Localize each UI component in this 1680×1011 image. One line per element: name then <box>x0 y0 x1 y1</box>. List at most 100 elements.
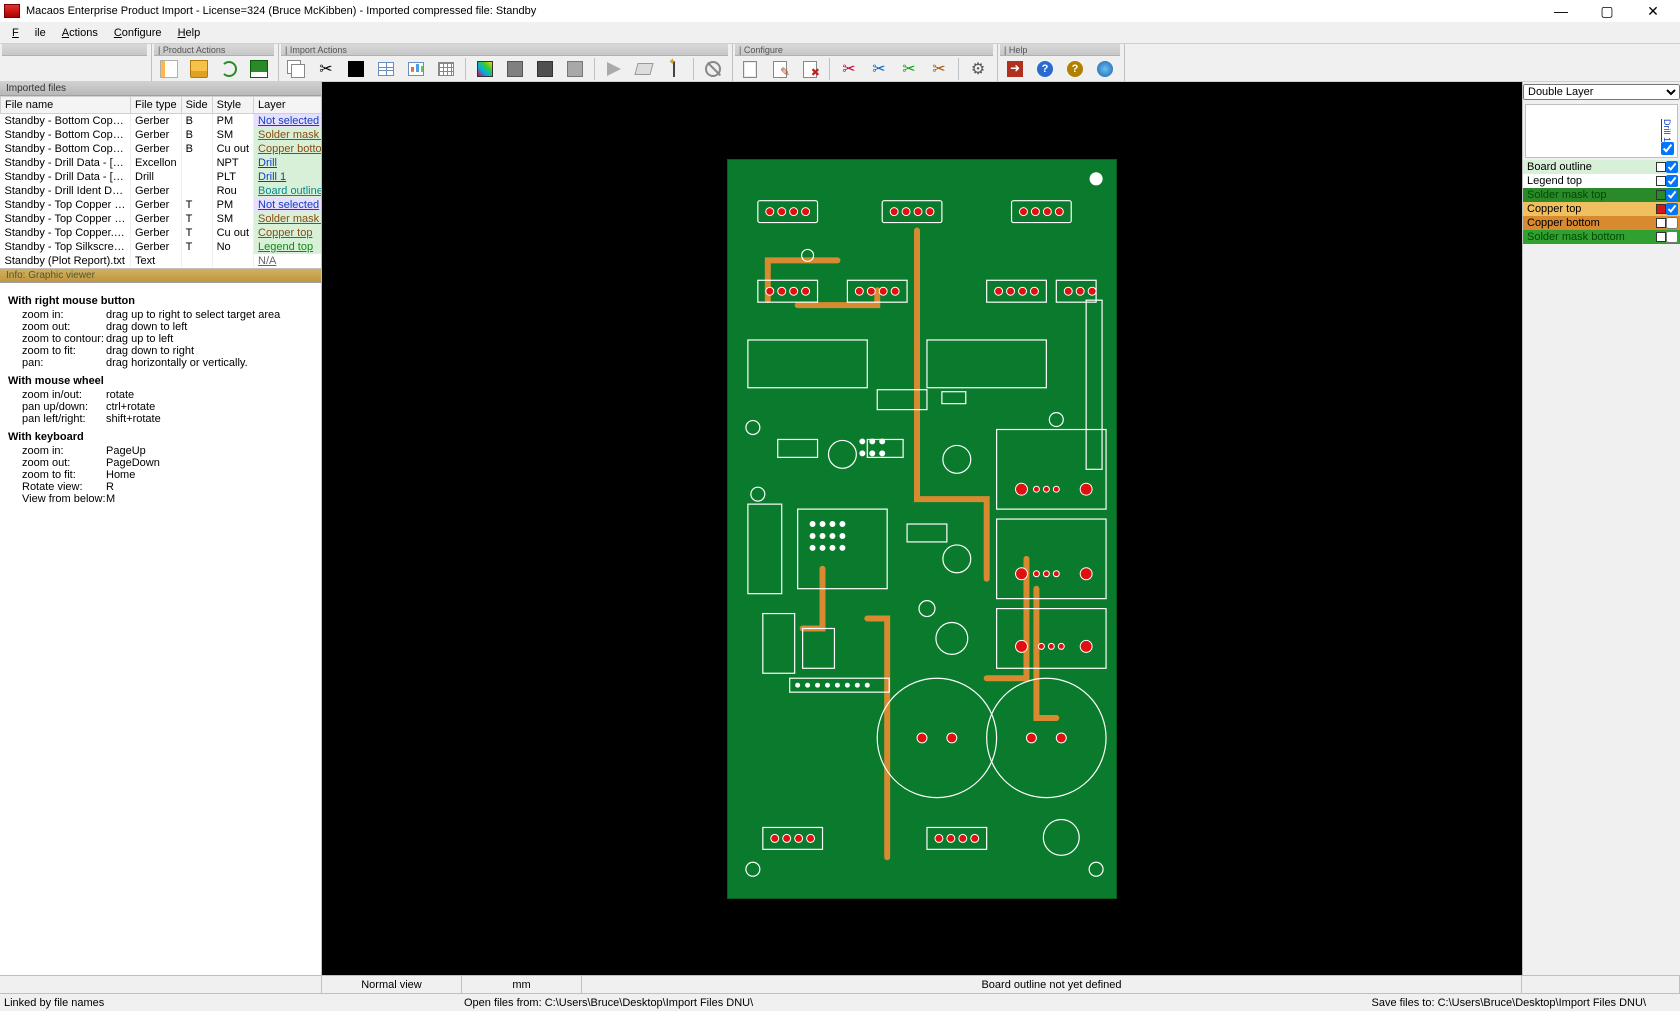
menu-help[interactable]: Help <box>170 25 209 41</box>
section-label-configure: | Configure <box>735 44 993 56</box>
table-row[interactable]: Standby - Top Copper.gbrGerberTCu outCop… <box>1 226 322 240</box>
layer-checkbox[interactable] <box>1666 231 1678 243</box>
pcb-board <box>727 159 1117 899</box>
drill-label[interactable]: Drill 1 <box>1662 119 1672 142</box>
table-button[interactable] <box>373 58 399 80</box>
status-bar-2: Linked by file names Open files from: C:… <box>0 993 1680 1011</box>
col-layer[interactable]: Layer <box>254 97 321 114</box>
toolbar: | Product Actions | Import Actions ✂ <box>0 44 1680 82</box>
menu-actions[interactable]: Actions <box>54 25 106 41</box>
drill-checkbox[interactable] <box>1661 142 1674 155</box>
grey3-button[interactable] <box>562 58 588 80</box>
info-h3: With keyboard <box>8 431 313 443</box>
right-panel: Double Layer Drill 1 Board outlineLegend… <box>1522 82 1680 975</box>
info-panel: With right mouse button zoom in:drag up … <box>0 283 321 975</box>
fill-button[interactable] <box>343 58 369 80</box>
new-button[interactable] <box>156 58 182 80</box>
docdel-button[interactable] <box>797 58 823 80</box>
settings-button[interactable]: ⚙ <box>965 58 991 80</box>
layer-row[interactable]: Copper bottom <box>1523 216 1680 230</box>
layer-checkbox[interactable] <box>1666 189 1678 201</box>
col-filename[interactable]: File name <box>1 97 131 114</box>
stack-button[interactable] <box>283 58 309 80</box>
table-row[interactable]: Standby - Bottom Copper (P...GerberBPMNo… <box>1 114 322 129</box>
colors-button[interactable] <box>472 58 498 80</box>
eraser-button[interactable] <box>631 58 657 80</box>
docedit-button[interactable] <box>767 58 793 80</box>
menu-file[interactable]: File <box>4 25 54 41</box>
toolbar-blank <box>0 44 152 81</box>
table-row[interactable]: Standby - Bottom Copper (R...GerberBSMSo… <box>1 128 322 142</box>
close-button[interactable]: ✕ <box>1630 0 1676 22</box>
table-row[interactable]: Standby - Drill Data - [Throu...Excellon… <box>1 156 322 170</box>
grid-button[interactable] <box>433 58 459 80</box>
status-outline: Board outline not yet defined <box>582 976 1522 993</box>
table-row[interactable]: Standby - Top Silkscreen.gbrGerberTNoLeg… <box>1 240 322 254</box>
menu-bar: File Actions Configure Help <box>0 22 1680 44</box>
table-row[interactable]: Standby - Drill Data - [Throu...DrillPLT… <box>1 170 322 184</box>
help2-button[interactable]: ? <box>1062 58 1088 80</box>
wedge-button[interactable] <box>601 58 627 80</box>
open-button[interactable] <box>186 58 212 80</box>
left-panel: Imported files File name File type Side … <box>0 82 322 975</box>
status-bar-1: Normal view mm Board outline not yet def… <box>0 975 1680 993</box>
status-view: Normal view <box>322 976 462 993</box>
layer-checkbox[interactable] <box>1666 217 1678 229</box>
web-button[interactable] <box>1092 58 1118 80</box>
grey1-button[interactable] <box>502 58 528 80</box>
scissors3-button[interactable]: ✂ <box>866 58 892 80</box>
table-row[interactable]: Standby - Drill Ident Drawing...GerberRo… <box>1 184 322 198</box>
table-row[interactable]: Standby - Top Copper (Paste...GerberTPMN… <box>1 198 322 212</box>
layer-row[interactable]: Solder mask bottom <box>1523 230 1680 244</box>
scissors2-button[interactable]: ✂ <box>836 58 862 80</box>
layer-row[interactable]: Solder mask top <box>1523 188 1680 202</box>
wand-button[interactable] <box>661 58 687 80</box>
app-icon <box>4 4 20 18</box>
file-table[interactable]: File name File type Side Style Layer Sta… <box>0 96 321 269</box>
status-unit: mm <box>462 976 582 993</box>
layer-mode-select[interactable]: Double Layer <box>1523 84 1680 100</box>
layer-row[interactable]: Copper top <box>1523 202 1680 216</box>
cut-button[interactable]: ✂ <box>313 58 339 80</box>
minimize-button[interactable]: — <box>1538 0 1584 22</box>
reload-button[interactable] <box>216 58 242 80</box>
info-h2: With mouse wheel <box>8 375 313 387</box>
disable-button[interactable] <box>700 58 726 80</box>
scissors4-button[interactable]: ✂ <box>896 58 922 80</box>
layer-row[interactable]: Board outline <box>1523 160 1680 174</box>
chart-button[interactable] <box>403 58 429 80</box>
help-button[interactable]: ? <box>1032 58 1058 80</box>
layer-checkbox[interactable] <box>1666 203 1678 215</box>
menu-configure[interactable]: Configure <box>106 25 170 41</box>
scissors5-button[interactable]: ✂ <box>926 58 952 80</box>
toolbar-import-actions: | Import Actions ✂ <box>279 44 733 81</box>
layer-checkbox[interactable] <box>1666 161 1678 173</box>
section-label-product: | Product Actions <box>154 44 274 56</box>
layer-list: Board outlineLegend topSolder mask topCo… <box>1523 160 1680 244</box>
col-filetype[interactable]: File type <box>131 97 182 114</box>
save-button[interactable] <box>246 58 272 80</box>
toolbar-configure: | Configure ✂ ✂ ✂ ✂ ⚙ <box>733 44 998 81</box>
pcb-viewer[interactable] <box>322 82 1522 975</box>
imported-files-header: Imported files <box>0 82 321 96</box>
drill-box: Drill 1 <box>1525 104 1678 158</box>
exit-button[interactable] <box>1002 58 1028 80</box>
doc-button[interactable] <box>737 58 763 80</box>
info-header: Info: Graphic viewer <box>0 269 321 283</box>
section-label-import: | Import Actions <box>281 44 728 56</box>
status-save: Save files to: C:\Users\Bruce\Desktop\Im… <box>1372 997 1676 1009</box>
title-bar: Macaos Enterprise Product Import - Licen… <box>0 0 1680 22</box>
section-label-help: | Help <box>1000 44 1120 56</box>
col-side[interactable]: Side <box>181 97 212 114</box>
status-open: Open files from: C:\Users\Bruce\Desktop\… <box>464 997 1372 1009</box>
table-row[interactable]: Standby - Bottom Copper.gbrGerberBCu out… <box>1 142 322 156</box>
grey2-button[interactable] <box>532 58 558 80</box>
toolbar-help: | Help ? ? <box>998 44 1125 81</box>
table-row[interactable]: Standby (Plot Report).txtTextN/A <box>1 254 322 268</box>
layer-row[interactable]: Legend top <box>1523 174 1680 188</box>
table-row[interactable]: Standby - Top Copper (Resis...GerberTSMS… <box>1 212 322 226</box>
layer-checkbox[interactable] <box>1666 175 1678 187</box>
col-style[interactable]: Style <box>212 97 253 114</box>
toolbar-product-actions: | Product Actions <box>152 44 279 81</box>
maximize-button[interactable]: ▢ <box>1584 0 1630 22</box>
